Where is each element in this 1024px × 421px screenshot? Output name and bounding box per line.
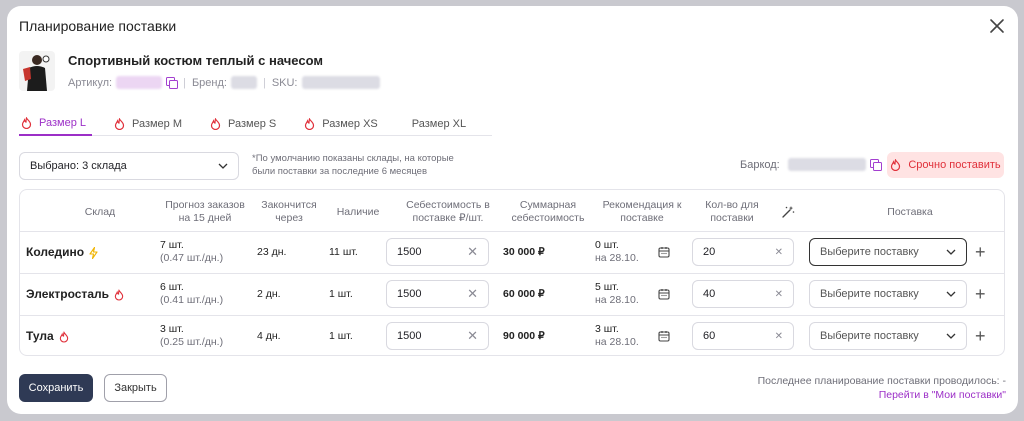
product-image	[19, 51, 55, 91]
supply-select[interactable]: Выберите поставку	[809, 238, 967, 266]
warehouse-select[interactable]: Выбрано: 3 склада	[19, 152, 239, 180]
recommendation: 0 шт. на 28.10.	[595, 239, 639, 264]
warehouse-note: *По умолчанию показаны склады, на которы…	[252, 153, 454, 177]
product-name: Спортивный костюм теплый с начесом	[68, 53, 323, 68]
table-row: Тула 3 шт. (0.25 шт./дн.) 4 дн. 1 шт. 15…	[20, 315, 1004, 356]
article-value-redacted	[116, 76, 163, 89]
modal-title: Планирование поставки	[19, 18, 177, 34]
close-icon[interactable]	[986, 15, 1008, 37]
sku-label: SKU:	[271, 76, 298, 89]
warehouse-name: Коледино	[26, 246, 98, 259]
lightning-icon	[89, 246, 98, 259]
total-cost: 60 000 ₽	[503, 288, 545, 300]
fire-icon	[59, 330, 68, 343]
calendar-icon[interactable]	[658, 246, 670, 258]
header-runs-out: Закончится через	[261, 199, 317, 224]
cost-input[interactable]: 1500 ✕	[386, 322, 489, 350]
total-cost: 30 000 ₽	[503, 246, 545, 258]
stock: 11 шт.	[329, 246, 358, 258]
size-tabs: Размер L Размер M Размер S Размер XS Раз…	[19, 112, 493, 136]
qty-input[interactable]: 60 ✕	[692, 322, 794, 350]
fire-icon	[114, 118, 125, 130]
fire-icon	[114, 288, 124, 301]
tab-size-m[interactable]: Размер M	[112, 112, 188, 136]
qty-input[interactable]: 20 ✕	[692, 238, 794, 266]
calendar-icon[interactable]	[658, 288, 670, 300]
supply-planning-modal: Планирование поставки Спортивный костюм …	[7, 6, 1018, 414]
stock: 1 шт.	[329, 288, 353, 300]
article-label: Артикул:	[68, 76, 113, 89]
calendar-icon[interactable]	[658, 330, 670, 342]
magic-wand-icon[interactable]	[781, 205, 795, 219]
copy-icon[interactable]	[869, 159, 882, 171]
fire-icon	[891, 159, 901, 171]
table-row: Электросталь 6 шт. (0.41 шт./дн.) 2 дн. …	[20, 273, 1004, 315]
runs-out: 23 дн.	[257, 246, 287, 258]
my-supplies-link[interactable]: Перейти в "Мои поставки"	[879, 389, 1006, 401]
clear-icon[interactable]: ✕	[467, 328, 478, 344]
total-cost: 90 000 ₽	[503, 330, 545, 342]
product-meta: Артикул: | Бренд: | SKU:	[68, 76, 380, 89]
supply-select[interactable]: Выберите поставку	[809, 280, 967, 308]
add-supply-button[interactable]: +	[975, 243, 986, 261]
header-warehouse: Склад	[84, 206, 116, 218]
forecast: 3 шт. (0.25 шт./дн.)	[160, 323, 224, 348]
stock: 1 шт.	[329, 330, 353, 342]
recommendation: 3 шт. на 28.10.	[595, 323, 639, 348]
qty-input[interactable]: 40 ✕	[692, 280, 794, 308]
close-button[interactable]: Закрыть	[104, 374, 167, 402]
header-stock: Наличие	[336, 206, 380, 218]
header-cost: Себестоимость в поставке ₽/шт.	[406, 199, 490, 224]
add-supply-button[interactable]: +	[975, 285, 986, 303]
forecast: 6 шт. (0.41 шт./дн.)	[160, 281, 224, 306]
clear-icon[interactable]: ✕	[775, 331, 783, 342]
clear-icon[interactable]: ✕	[775, 289, 783, 300]
brand-label: Бренд:	[191, 76, 227, 89]
fire-icon	[305, 118, 315, 130]
table-row: Коледино 7 шт. (0.47 шт./дн.) 23 дн. 11 …	[20, 231, 1004, 273]
clear-icon[interactable]: ✕	[467, 244, 478, 260]
forecast: 7 шт. (0.47 шт./дн.)	[160, 239, 224, 264]
barcode: Баркод:	[740, 158, 882, 171]
barcode-value-redacted	[787, 158, 866, 171]
tab-size-xl[interactable]: Размер XL	[404, 112, 472, 136]
urgent-supply-button[interactable]: Срочно поставить	[887, 152, 1004, 178]
chevron-down-icon	[946, 249, 956, 255]
runs-out: 4 дн.	[257, 330, 281, 342]
chevron-down-icon	[946, 291, 956, 297]
chevron-down-icon	[218, 163, 228, 169]
header-qty: Кол-во для поставки	[705, 199, 759, 224]
copy-icon[interactable]	[166, 77, 179, 89]
header-forecast: Прогноз заказов на 15 дней	[165, 199, 245, 224]
runs-out: 2 дн.	[257, 288, 281, 300]
warehouse-name: Тула	[26, 330, 69, 343]
warehouse-name: Электросталь	[26, 288, 124, 301]
fire-icon	[21, 117, 32, 129]
header-supply: Поставка	[887, 206, 933, 218]
cost-input[interactable]: 1500 ✕	[386, 238, 489, 266]
add-supply-button[interactable]: +	[975, 327, 986, 345]
header-total-cost: Суммарная себестоимость	[511, 199, 585, 224]
tab-size-xs[interactable]: Размер XS	[302, 112, 384, 136]
fire-icon	[210, 118, 221, 130]
save-button[interactable]: Сохранить	[19, 374, 93, 402]
clear-icon[interactable]: ✕	[775, 247, 783, 258]
last-planning-text: Последнее планирование поставки проводил…	[757, 375, 1006, 387]
sku-value-redacted	[301, 76, 380, 89]
header-recommendation: Рекомендация к поставке	[602, 199, 682, 224]
tab-size-s[interactable]: Размер S	[208, 112, 282, 136]
recommendation: 5 шт. на 28.10.	[595, 281, 639, 306]
cost-input[interactable]: 1500 ✕	[386, 280, 489, 308]
brand-value-redacted	[230, 76, 257, 89]
clear-icon[interactable]: ✕	[467, 286, 478, 302]
supply-select[interactable]: Выберите поставку	[809, 322, 967, 350]
tab-size-l[interactable]: Размер L	[19, 112, 92, 136]
supply-table: Склад Прогноз заказов на 15 дней Закончи…	[19, 189, 1005, 356]
chevron-down-icon	[946, 333, 956, 339]
